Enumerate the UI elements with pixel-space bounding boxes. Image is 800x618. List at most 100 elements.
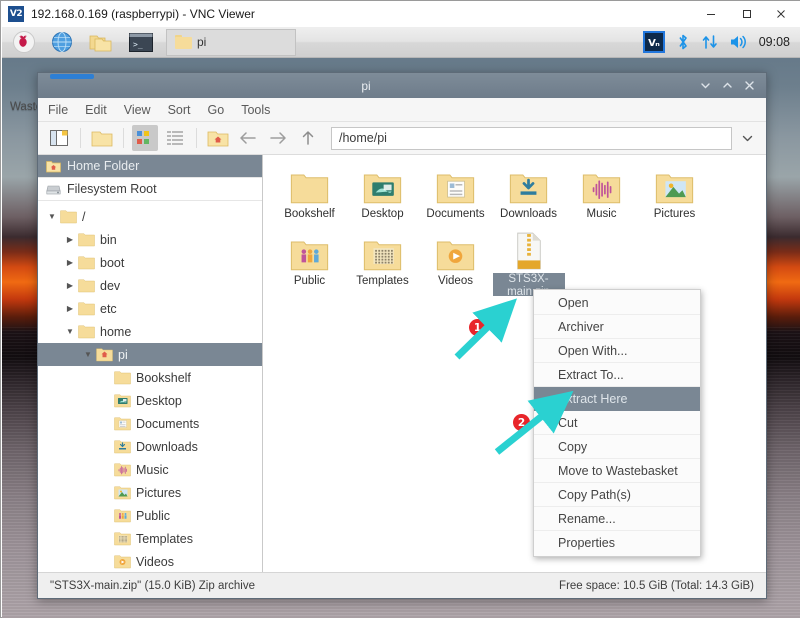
web-browser-launcher[interactable] [40, 27, 78, 58]
tree-item-public[interactable]: Public [38, 504, 262, 527]
path-input[interactable]: /home/pi [331, 127, 732, 150]
tree-item-videos[interactable]: Videos [38, 550, 262, 572]
file-item[interactable]: Public [273, 232, 346, 296]
sidebar-place-filesystem-root[interactable]: Filesystem Root [38, 178, 262, 201]
tree-item-label: / [82, 210, 85, 224]
vnc-titlebar: V2 192.168.0.169 (raspberrypi) - VNC Vie… [1, 1, 800, 27]
tree-item-boot[interactable]: ▶ boot [38, 251, 262, 274]
volume-icon[interactable] [729, 33, 749, 51]
file-item-label: Bookshelf [274, 208, 346, 221]
vnc-close-button[interactable] [763, 1, 799, 27]
tree-item-bin[interactable]: ▶ bin [38, 228, 262, 251]
raspberry-menu-button[interactable] [2, 27, 40, 58]
menu-go[interactable]: Go [208, 103, 225, 117]
network-updown-icon[interactable] [701, 33, 719, 51]
fm-close-button[interactable] [738, 73, 760, 98]
context-menu-item-extract-here[interactable]: Extract Here [534, 387, 700, 411]
file-item[interactable]: Documents [419, 165, 492, 229]
menu-view[interactable]: View [124, 103, 151, 117]
menu-file[interactable]: File [48, 103, 68, 117]
vnc-tray-icon[interactable]: Vₙ [643, 31, 665, 53]
tree-item-home[interactable]: ▼ home [38, 320, 262, 343]
file-manager-menubar: File Edit View Sort Go Tools [38, 98, 766, 122]
menu-tools[interactable]: Tools [241, 103, 270, 117]
file-item[interactable]: Desktop [346, 165, 419, 229]
videos-folder-icon [436, 232, 475, 272]
tree-item-templates[interactable]: Templates [38, 527, 262, 550]
tree-item-label: etc [100, 302, 117, 316]
forward-button[interactable] [265, 125, 291, 151]
sidebar-place-home-folder[interactable]: Home Folder [38, 155, 262, 178]
sidebar-toggle-button[interactable] [46, 125, 72, 151]
context-menu-item-archiver[interactable]: Archiver [534, 315, 700, 339]
context-menu-item-copy-path-s[interactable]: Copy Path(s) [534, 483, 700, 507]
home-folder-icon [96, 347, 113, 362]
twisty-collapsed-icon[interactable]: ▶ [62, 304, 78, 313]
vnc-minimize-button[interactable] [693, 1, 729, 27]
public-folder-icon [290, 232, 329, 272]
icon-view-button[interactable] [132, 125, 158, 151]
context-menu-item-properties[interactable]: Properties [534, 531, 700, 555]
tree-item-pictures[interactable]: Pictures [38, 481, 262, 504]
terminal-launcher[interactable]: >_ [118, 27, 158, 58]
file-item-selected[interactable]: STS3X-main.zip [492, 232, 565, 296]
context-menu-item-move-to-wastebasket[interactable]: Move to Wastebasket [534, 459, 700, 483]
context-menu-item-cut[interactable]: Cut [534, 411, 700, 435]
context-menu-item-extract-to[interactable]: Extract To... [534, 363, 700, 387]
file-item[interactable]: Pictures [638, 165, 711, 229]
tree-item--[interactable]: ▼ / [38, 205, 262, 228]
twisty-collapsed-icon[interactable]: ▶ [62, 235, 78, 244]
menu-edit[interactable]: Edit [85, 103, 107, 117]
file-manager-launcher[interactable] [78, 27, 118, 58]
clock[interactable]: 09:08 [759, 35, 790, 49]
back-button[interactable] [235, 125, 261, 151]
status-free-space: Free space: 10.5 GiB (Total: 14.3 GiB) [559, 580, 754, 592]
context-menu-item-label: Open [558, 296, 589, 310]
path-value: /home/pi [339, 131, 387, 145]
tree-item-downloads[interactable]: Downloads [38, 435, 262, 458]
tree-item-dev[interactable]: ▶ dev [38, 274, 262, 297]
file-manager-titlebar[interactable]: pi [38, 73, 766, 98]
tree-item-music[interactable]: Music [38, 458, 262, 481]
tree-item-documents[interactable]: Documents [38, 412, 262, 435]
twisty-expanded-icon[interactable]: ▼ [80, 350, 96, 359]
context-menu-item-copy[interactable]: Copy [534, 435, 700, 459]
file-item[interactable]: Music [565, 165, 638, 229]
fm-minimize-button[interactable] [694, 73, 716, 98]
twisty-expanded-icon[interactable]: ▼ [62, 327, 78, 336]
tree-item-bookshelf[interactable]: Bookshelf [38, 366, 262, 389]
fm-maximize-button[interactable] [716, 73, 738, 98]
videos-folder-icon [114, 554, 131, 569]
home-icon [46, 160, 61, 173]
twisty-expanded-icon[interactable]: ▼ [44, 212, 60, 221]
status-selection-info: "STS3X-main.zip" (15.0 KiB) Zip archive [50, 580, 255, 592]
detailed-view-button[interactable] [162, 125, 188, 151]
file-item[interactable]: Videos [419, 232, 492, 296]
path-dropdown-button[interactable] [736, 132, 758, 145]
desktop-folder-icon [114, 393, 131, 408]
context-menu-item-rename[interactable]: Rename... [534, 507, 700, 531]
context-menu-item-open-with[interactable]: Open With... [534, 339, 700, 363]
file-item-label: Music [566, 208, 638, 221]
bluetooth-icon[interactable] [675, 33, 691, 51]
file-item[interactable]: Templates [346, 232, 419, 296]
documents-folder-icon [114, 416, 131, 431]
menu-sort[interactable]: Sort [168, 103, 191, 117]
twisty-collapsed-icon[interactable]: ▶ [62, 281, 78, 290]
taskbar-window-button-pi[interactable]: pi [166, 29, 296, 56]
context-menu-item-label: Extract To... [558, 368, 624, 382]
file-item[interactable]: Downloads [492, 165, 565, 229]
context-menu-item-label: Cut [558, 416, 577, 430]
context-menu-item-open[interactable]: Open [534, 291, 700, 315]
tree-item-desktop[interactable]: Desktop [38, 389, 262, 412]
tree-item-etc[interactable]: ▶ etc [38, 297, 262, 320]
home-button[interactable] [205, 125, 231, 151]
music-folder-icon [582, 171, 621, 205]
new-folder-button[interactable] [89, 125, 115, 151]
context-menu-item-label: Open With... [558, 344, 627, 358]
file-item[interactable]: Bookshelf [273, 165, 346, 229]
up-button[interactable] [295, 125, 321, 151]
tree-item-pi[interactable]: ▼ pi [38, 343, 262, 366]
vnc-maximize-button[interactable] [729, 1, 765, 27]
twisty-collapsed-icon[interactable]: ▶ [62, 258, 78, 267]
